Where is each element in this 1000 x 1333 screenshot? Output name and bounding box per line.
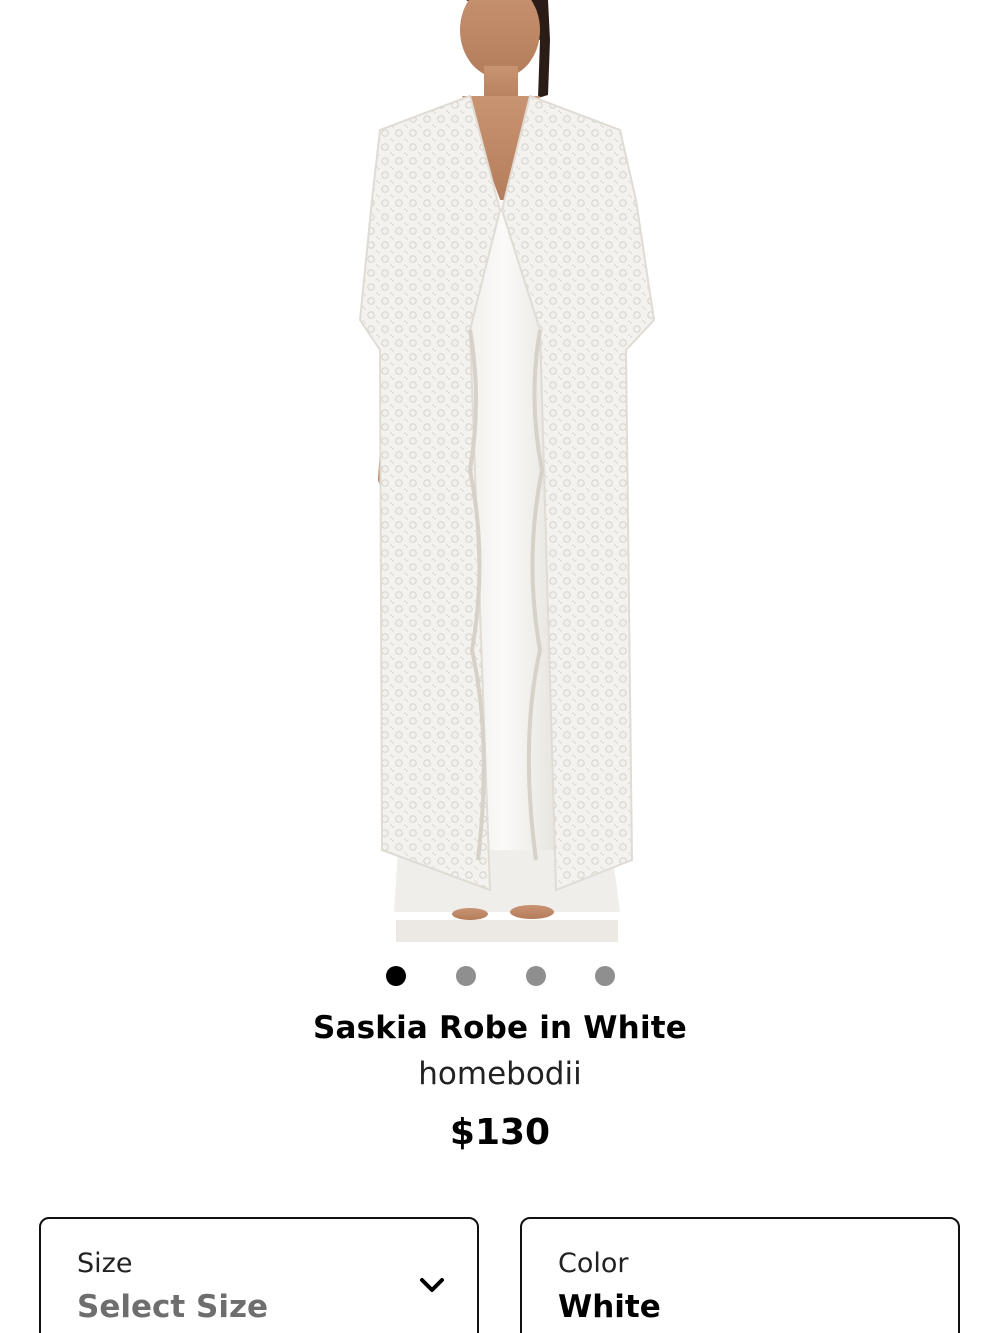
product-title: Saskia Robe in White [312,1010,688,1046]
image-carousel-dots [0,966,1000,986]
color-select[interactable]: Color White [520,1217,960,1333]
product-price: $130 [449,1112,551,1153]
size-select[interactable]: Size Select Size [39,1217,479,1333]
product-image[interactable] [0,0,1000,945]
size-select-value: Select Size [77,1289,269,1325]
carousel-dot-1[interactable] [386,966,406,986]
product-brand[interactable]: homebodii [0,1056,1000,1092]
carousel-dot-2[interactable] [456,966,476,986]
carousel-dot-4[interactable] [595,966,615,986]
chevron-down-icon [420,1278,444,1292]
product-page: Saskia Robe in White homebodii $130 Size… [0,0,1000,1333]
color-select-label: Color [558,1248,629,1279]
size-select-label: Size [77,1248,133,1279]
carousel-dot-3[interactable] [526,966,546,986]
color-select-value: White [558,1289,661,1325]
